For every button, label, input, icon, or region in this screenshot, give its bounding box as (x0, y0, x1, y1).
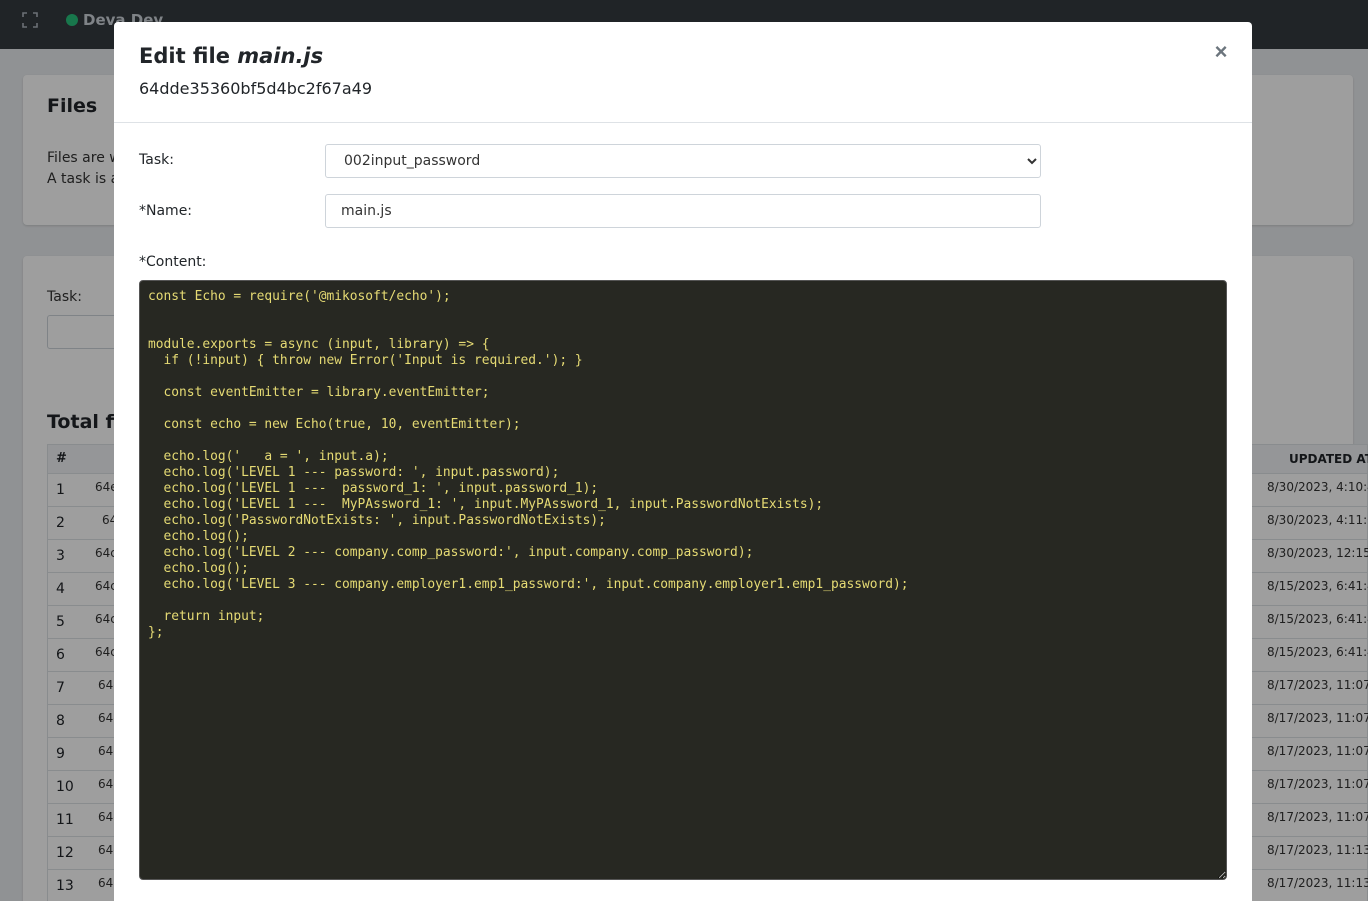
modal-title: Edit file main.js (139, 44, 323, 68)
modal-title-filename: main.js (237, 44, 324, 68)
content-code-editor[interactable]: const Echo = require('@mikosoft/echo'); … (139, 280, 1227, 880)
name-input[interactable] (325, 194, 1041, 228)
task-select[interactable]: 002input_password (325, 144, 1041, 178)
file-id: 64dde35360bf5d4bc2f67a49 (139, 79, 373, 98)
close-icon[interactable]: × (1210, 40, 1232, 64)
task-field-label: Task: (139, 152, 174, 168)
content-field-label: *Content: (139, 254, 207, 270)
edit-file-modal: Edit file main.js 64dde35360bf5d4bc2f67a… (114, 22, 1252, 901)
name-field-label: *Name: (139, 203, 193, 219)
modal-title-prefix: Edit file (139, 44, 238, 68)
modal-header-divider (114, 122, 1252, 123)
